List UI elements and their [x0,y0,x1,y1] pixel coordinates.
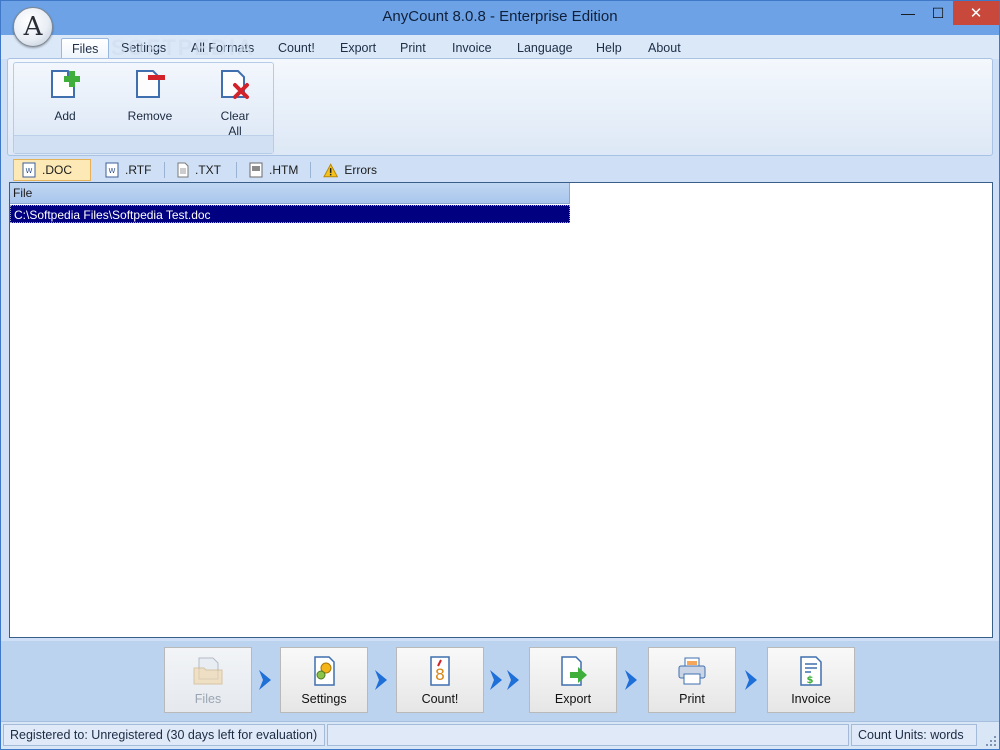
tab-count[interactable]: Count! [268,38,325,59]
tab-errors[interactable]: Errors [315,159,385,181]
tab-htm[interactable]: .HTM [241,159,311,181]
export-icon [561,656,587,686]
wizard-bar: Files Settings 8 Count! Export Print $ I… [1,641,999,721]
app-menu-button[interactable]: A [13,7,53,47]
chevron-right-icon [745,670,757,690]
add-button[interactable]: Add [30,67,100,124]
settings-gear-icon [314,656,335,686]
double-chevron-right-icon [490,670,519,690]
tab-separator [164,162,165,178]
chevron-right-icon [625,670,637,690]
maximize-icon: ☐ [931,4,945,21]
wizard-count-label: Count! [421,692,459,706]
tab-txt-label: .TXT [195,163,221,177]
ribbon-panel: Add Remove Clear All [7,58,993,156]
chevron-right-icon [375,670,387,690]
registration-status: Registered to: Unregistered (30 days lef… [3,724,325,746]
tab-separator [310,162,311,178]
rtf-doc-icon: W [105,162,119,178]
tab-separator [236,162,237,178]
window-title: AnyCount 8.0.8 - Enterprise Edition [382,8,618,25]
tab-rtf-label: .RTF [125,163,152,177]
wizard-settings-button[interactable]: Settings [280,647,368,713]
column-header-file[interactable]: File [10,183,570,204]
tab-doc[interactable]: W .DOC [13,159,91,181]
wizard-export-button[interactable]: Export [529,647,617,713]
tab-about[interactable]: About [638,38,691,59]
tab-invoice[interactable]: Invoice [442,38,502,59]
clear-all-button[interactable]: Clear All [200,67,270,139]
tab-export[interactable]: Export [330,38,386,59]
table-row[interactable]: C:\Softpedia Files\Softpedia Test.doc [10,205,570,223]
invoice-icon: $ [800,656,822,686]
clear-all-icon [221,70,249,99]
tab-errors-label: Errors [344,163,377,177]
ribbon-tab-bar: Files Settings All Formats Count! Export… [1,35,999,59]
svg-text:W: W [26,167,33,175]
app-window: AnyCount 8.0.8 - Enterprise Edition — ☐ … [0,0,1000,750]
minimize-icon: — [901,5,915,21]
warning-icon [323,162,339,177]
wizard-invoice-label: Invoice [791,692,831,706]
clear-all-label-line1: Clear [220,109,250,123]
tab-help[interactable]: Help [586,38,632,59]
tab-htm-label: .HTM [269,163,299,177]
tab-all-formats[interactable]: All Formats [181,38,264,59]
wizard-settings-label: Settings [301,692,347,706]
close-icon: ✕ [969,5,983,22]
tab-txt[interactable]: .TXT [169,159,237,181]
wizard-invoice-button[interactable]: $ Invoice [767,647,855,713]
svg-text:W: W [109,167,116,175]
file-list[interactable]: File C:\Softpedia Files\Softpedia Test.d… [9,182,993,638]
remove-file-icon [136,70,165,98]
tab-rtf[interactable]: W .RTF [97,159,165,181]
remove-label: Remove [127,109,173,123]
ribbon-group-files: Add Remove Clear All [13,62,274,154]
svg-text:8: 8 [435,665,445,684]
remove-button[interactable]: Remove [115,67,185,124]
status-spacer [327,724,849,746]
window-controls: — ☐ ✕ [893,1,999,25]
ribbon-group-footer [14,135,273,153]
chevron-right-icon [259,670,271,690]
wizard-print-label: Print [679,692,705,706]
maximize-button[interactable]: ☐ [923,1,953,25]
printer-icon [678,657,706,685]
tab-doc-label: .DOC [42,163,72,177]
svg-text:$: $ [807,675,814,686]
format-tab-bar: W .DOC W .RTF .TXT .HTM Errors [9,159,993,181]
wizard-export-label: Export [554,692,592,706]
tab-print[interactable]: Print [390,38,436,59]
title-bar[interactable]: AnyCount 8.0.8 - Enterprise Edition — ☐ … [1,1,999,35]
minimize-button[interactable]: — [893,1,923,25]
wizard-print-button[interactable]: Print [648,647,736,713]
wizard-files-label: Files [194,692,222,706]
txt-doc-icon [177,162,189,178]
app-logo-icon: A [23,12,43,42]
status-bar: Registered to: Unregistered (30 days lef… [1,721,999,749]
tab-files[interactable]: Files [61,38,110,59]
tab-settings[interactable]: Settings [111,38,176,59]
wizard-count-button[interactable]: 8 Count! [396,647,484,713]
add-label: Add [54,109,76,123]
resize-grip-icon[interactable] [985,735,997,747]
count-icon: 8 [430,656,450,686]
close-button[interactable]: ✕ [953,1,999,25]
files-folder-icon [193,657,223,685]
word-doc-icon: W [22,162,36,178]
count-units-status: Count Units: words [851,724,977,746]
add-file-icon [51,70,80,98]
tab-language[interactable]: Language [507,38,583,59]
wizard-files-button[interactable]: Files [164,647,252,713]
htm-doc-icon [249,162,263,178]
